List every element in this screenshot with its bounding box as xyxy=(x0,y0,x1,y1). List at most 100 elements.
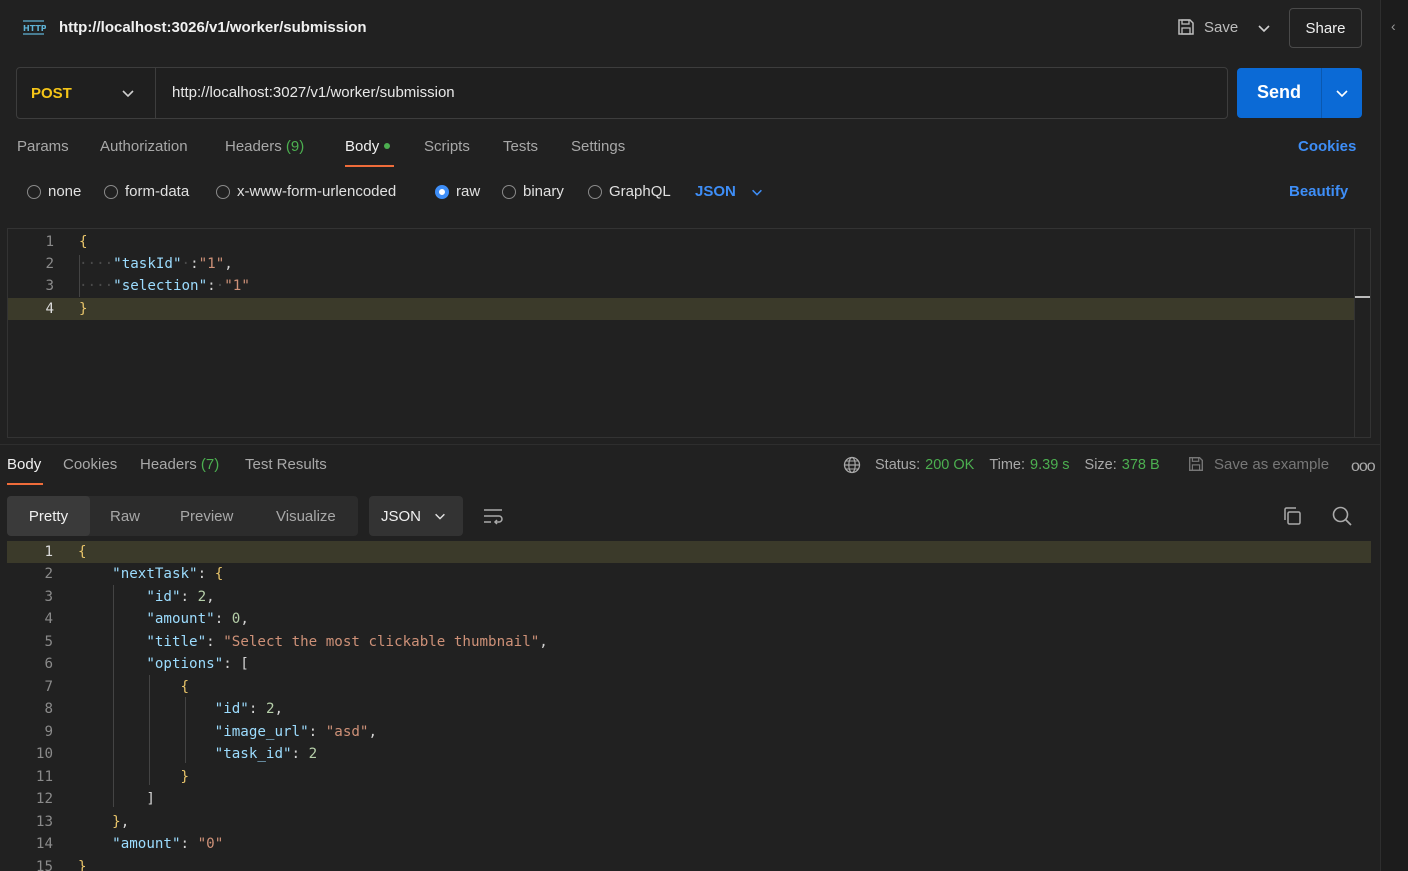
view-pretty[interactable]: Pretty xyxy=(7,496,90,536)
code-text: { xyxy=(78,544,87,560)
response-view-mode: Pretty Raw Preview Visualize xyxy=(7,496,358,536)
code-line: 7 { xyxy=(7,676,1353,698)
indent-guide xyxy=(185,697,186,763)
chevron-left-icon[interactable]: ‹ xyxy=(1391,18,1396,34)
save-as-example-button[interactable]: Save as example xyxy=(1187,455,1329,473)
size-value[interactable]: 378 B xyxy=(1122,457,1160,473)
wrap-lines-icon[interactable] xyxy=(482,505,504,527)
radio-none[interactable]: none xyxy=(27,183,81,200)
chevron-down-icon[interactable] xyxy=(1256,20,1272,36)
status-value[interactable]: 200 OK xyxy=(925,457,974,473)
code-text: ····"selection":·"1" xyxy=(79,278,250,294)
scrollbar-thumb[interactable] xyxy=(1355,296,1370,298)
beautify-button[interactable]: Beautify xyxy=(1289,183,1348,200)
method-select[interactable]: POST xyxy=(17,68,156,118)
radio-label: raw xyxy=(456,183,481,200)
status-label: Status: xyxy=(875,457,921,473)
tab-authorization[interactable]: Authorization xyxy=(100,138,188,155)
radio-label: GraphQL xyxy=(609,183,671,200)
code-line: 3 ····"selection":·"1" xyxy=(8,275,1354,297)
radio-circle xyxy=(27,184,41,199)
indent-guide xyxy=(149,675,150,785)
right-sidebar-rail: ‹ xyxy=(1380,0,1408,871)
chevron-down-icon xyxy=(435,513,445,520)
tab-params[interactable]: Params xyxy=(17,138,69,155)
copy-icon[interactable] xyxy=(1281,505,1303,527)
url-input[interactable] xyxy=(172,84,1212,101)
radio-urlencoded[interactable]: x-www-form-urlencoded xyxy=(216,183,396,200)
code-line: 3 "id": 2, xyxy=(7,586,1353,608)
send-button[interactable]: Send xyxy=(1237,68,1362,118)
code-line: 2 ····"taskId"·:"1", xyxy=(8,253,1354,275)
request-tabs: Params Authorization Headers (9) Body Sc… xyxy=(0,138,1380,170)
request-body-editor[interactable]: 1 { 2 ····"taskId"·:"1", 3 ····"selectio… xyxy=(7,228,1371,438)
save-as-example-label: Save as example xyxy=(1214,455,1330,473)
line-number: 1 xyxy=(44,544,53,560)
view-visualize[interactable]: Visualize xyxy=(276,496,336,536)
code-line: 13 }, xyxy=(7,811,1353,833)
code-text: { xyxy=(79,234,88,250)
view-preview[interactable]: Preview xyxy=(180,496,233,536)
tab-response-body[interactable]: Body xyxy=(7,456,41,473)
line-number: 7 xyxy=(44,679,53,695)
body-format-select[interactable]: JSON xyxy=(695,183,764,200)
line-number: 12 xyxy=(35,791,53,807)
response-body-viewer[interactable]: 1 { 2 "nextTask": { 3 "id": 2, 4 "amount… xyxy=(7,540,1371,871)
share-button[interactable]: Share xyxy=(1289,8,1362,48)
radio-graphql[interactable]: GraphQL xyxy=(588,183,671,200)
response-format-select[interactable]: JSON xyxy=(369,496,463,536)
tab-body-label: Body xyxy=(345,138,380,155)
code-line: 5 "title": "Select the most clickable th… xyxy=(7,631,1353,653)
tab-response-headers[interactable]: Headers (7) xyxy=(140,456,219,473)
time-value[interactable]: 9.39 s xyxy=(1030,457,1070,473)
code-text: "options": [ xyxy=(146,656,249,672)
request-tab-title[interactable]: http://localhost:3026/v1/worker/submissi… xyxy=(59,19,367,36)
line-number: 14 xyxy=(35,836,53,852)
line-number: 11 xyxy=(35,769,53,785)
more-options-icon[interactable]: ooo xyxy=(1351,458,1376,476)
code-line: 14 "amount": "0" xyxy=(7,833,1353,855)
search-icon[interactable] xyxy=(1331,505,1353,527)
response-status: Status: 200 OK Time: 9.39 s Size: 378 B xyxy=(843,456,1160,474)
time-label: Time: xyxy=(989,457,1026,473)
code-line: 11 } xyxy=(7,766,1353,788)
radio-form-data[interactable]: form-data xyxy=(104,183,189,200)
headers-count: (9) xyxy=(285,138,305,155)
view-raw[interactable]: Raw xyxy=(110,496,140,536)
line-number: 13 xyxy=(35,814,53,830)
size-label: Size: xyxy=(1084,457,1117,473)
globe-icon[interactable] xyxy=(843,456,861,474)
save-icon xyxy=(1178,19,1194,35)
cookies-link[interactable]: Cookies xyxy=(1298,138,1356,155)
code-line: 2 "nextTask": { xyxy=(7,563,1353,585)
chevron-down-icon[interactable] xyxy=(1334,85,1350,101)
tab-response-cookies[interactable]: Cookies xyxy=(63,456,117,473)
radio-binary[interactable]: binary xyxy=(502,183,564,200)
response-format-label: JSON xyxy=(381,507,422,525)
line-number: 1 xyxy=(45,234,54,250)
send-divider xyxy=(1321,68,1322,118)
url-bar: POST xyxy=(16,67,1228,119)
code-line-current: 4 } xyxy=(8,298,1354,320)
code-line: 15 } xyxy=(7,856,1353,871)
code-text: }, xyxy=(112,814,130,830)
code-text: "amount": "0" xyxy=(112,836,224,852)
line-number: 10 xyxy=(35,746,53,762)
code-text: } xyxy=(78,859,87,871)
line-number: 5 xyxy=(44,634,53,650)
radio-raw[interactable]: raw xyxy=(435,183,480,200)
tab-body[interactable]: Body xyxy=(345,138,391,155)
tab-headers[interactable]: Headers (9) xyxy=(225,138,304,155)
code-text: "id": 2, xyxy=(146,589,215,605)
code-text: ] xyxy=(78,791,155,807)
code-line-current: 1 { xyxy=(7,541,1371,563)
tab-settings[interactable]: Settings xyxy=(571,138,625,155)
save-button[interactable]: Save xyxy=(1176,17,1238,37)
tab-tests[interactable]: Tests xyxy=(503,138,538,155)
tab-scripts[interactable]: Scripts xyxy=(424,138,470,155)
tab-test-results[interactable]: Test Results xyxy=(245,456,327,473)
scrollbar-track[interactable] xyxy=(1354,229,1355,437)
pane-divider[interactable] xyxy=(0,444,1380,445)
code-text: } xyxy=(78,769,190,785)
code-text: "id": 2, xyxy=(214,701,284,717)
